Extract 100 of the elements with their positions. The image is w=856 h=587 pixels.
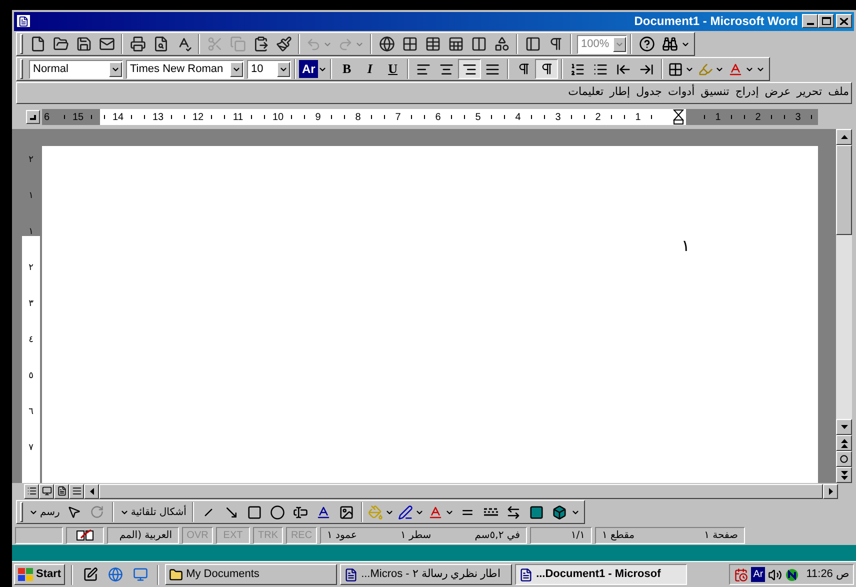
browse-object-button[interactable] [836, 451, 852, 468]
ruler-label: ٢ [28, 262, 34, 276]
menu-item[interactable]: ملف [828, 84, 849, 101]
menu-item[interactable]: جدول [636, 84, 662, 101]
document-text: ١ [680, 235, 691, 258]
globe-icon [378, 36, 394, 52]
ruler-label: ١ [28, 190, 34, 204]
menu-item[interactable]: تنسيق [700, 84, 730, 101]
language-button[interactable]: Ar [299, 60, 318, 78]
pilcrow-icon [548, 36, 564, 52]
font-color-icon [428, 504, 444, 520]
status-text: العربية (المم [119, 528, 172, 543]
zoom-combo[interactable]: 100% [577, 34, 627, 54]
ruler-label: 10 [272, 110, 284, 125]
menu-item[interactable]: تعليمات [568, 84, 604, 101]
next-page-button[interactable] [836, 467, 852, 484]
maximize-button[interactable] [818, 14, 834, 28]
format-button[interactable]: U [381, 59, 404, 80]
start-button[interactable]: Start [14, 564, 66, 585]
scroll-thumb[interactable] [99, 484, 823, 499]
autoshapes-menu-button[interactable]: أشكال تلقائية [116, 502, 190, 522]
status-text: ١/١ [570, 528, 585, 543]
clip-art-icon [339, 504, 354, 520]
ruler-label: 15 [72, 110, 84, 125]
folder-icon [169, 568, 184, 582]
down-arrow-icon [840, 425, 848, 430]
shadow-icon [529, 504, 544, 520]
cube-icon [552, 504, 568, 520]
web-view-icon [42, 486, 52, 496]
status-text: صفحة ١ [704, 528, 738, 543]
scroll-up-button[interactable] [836, 129, 852, 146]
menu-item[interactable]: عرض [764, 84, 791, 101]
close-button[interactable] [836, 14, 852, 28]
text-box-icon [293, 504, 308, 520]
menu-item[interactable]: إطار [610, 84, 630, 101]
font-color-icon [728, 62, 744, 77]
align-center-icon [439, 62, 454, 77]
scroll-right-button[interactable] [823, 484, 838, 499]
font-size-combo[interactable]: 10 [247, 60, 291, 79]
ruler-label: ١ [28, 226, 34, 240]
ruler-label: 9 [315, 110, 321, 125]
view-button[interactable] [69, 484, 84, 499]
format-button[interactable]: I [358, 59, 382, 80]
save-icon [76, 36, 92, 52]
dash-style-icon [484, 508, 498, 517]
ruler-label: 12 [192, 110, 204, 125]
ruler-label: 14 [112, 110, 124, 125]
shapes-icon [494, 36, 510, 52]
scroll-left-button[interactable] [84, 484, 99, 499]
ruler-label: 6 [44, 110, 50, 125]
align-left-icon [416, 62, 432, 77]
align-justify-icon [485, 62, 500, 77]
globe-icon [108, 567, 123, 582]
help-icon [638, 36, 654, 52]
font-combo[interactable]: Times New Roman [126, 60, 244, 79]
format-button[interactable]: B [335, 59, 358, 80]
borders-icon [668, 62, 684, 77]
undo-icon [306, 36, 321, 52]
minimize-button[interactable] [802, 14, 818, 28]
ruler-label: 11 [232, 110, 244, 125]
ruler-label: ٥ [28, 370, 34, 384]
taskbar-task[interactable]: ...Micros - اطار نظري رسالة ٢ [340, 564, 512, 585]
ruler-label: 4 [515, 110, 521, 125]
draw-menu-button[interactable]: رسم [26, 502, 63, 522]
view-button[interactable] [39, 484, 54, 499]
ruler-label: 13 [152, 110, 164, 125]
taskbar-task[interactable]: ...Document1 - Microsof [515, 564, 688, 585]
tab-selector[interactable] [26, 110, 40, 124]
book-check-icon [76, 529, 94, 542]
previous-page-button[interactable] [836, 435, 852, 452]
status-text: في ٥,٢سم [474, 528, 520, 543]
print-preview-icon [152, 36, 168, 52]
ruler-label: ٣ [28, 298, 34, 312]
language-indicator[interactable]: Ar [751, 567, 766, 582]
left-arrow-icon [90, 488, 94, 495]
ruler-label: 7 [395, 110, 401, 125]
ruler-label: ٧ [28, 442, 34, 456]
menu-item[interactable]: أدوات [668, 84, 695, 101]
table-icon [424, 36, 440, 52]
ruler-label: 8 [355, 110, 361, 125]
view-button[interactable] [54, 484, 69, 499]
decrease-indent-icon [616, 62, 632, 77]
paste-icon [252, 36, 268, 52]
view-button[interactable] [24, 484, 39, 499]
scroll-down-button[interactable] [836, 419, 852, 436]
menu-item[interactable]: إدراج [735, 84, 759, 101]
circle-icon [840, 455, 848, 464]
open-folder-icon [52, 36, 68, 52]
mail-icon [98, 36, 114, 52]
numbered-list-icon [570, 62, 586, 77]
text-direction-button[interactable] [535, 59, 558, 80]
word-document-icon [16, 14, 31, 28]
windows-logo-icon [18, 568, 33, 581]
page-view-icon [56, 486, 66, 496]
scroll-thumb[interactable] [836, 145, 852, 236]
status-text: مقطع ١ [602, 528, 634, 543]
style-combo[interactable]: Normal [29, 60, 123, 79]
align-button[interactable] [458, 59, 482, 80]
menu-item[interactable]: تحرير [796, 84, 822, 101]
taskbar-task[interactable]: My Documents [165, 564, 338, 585]
